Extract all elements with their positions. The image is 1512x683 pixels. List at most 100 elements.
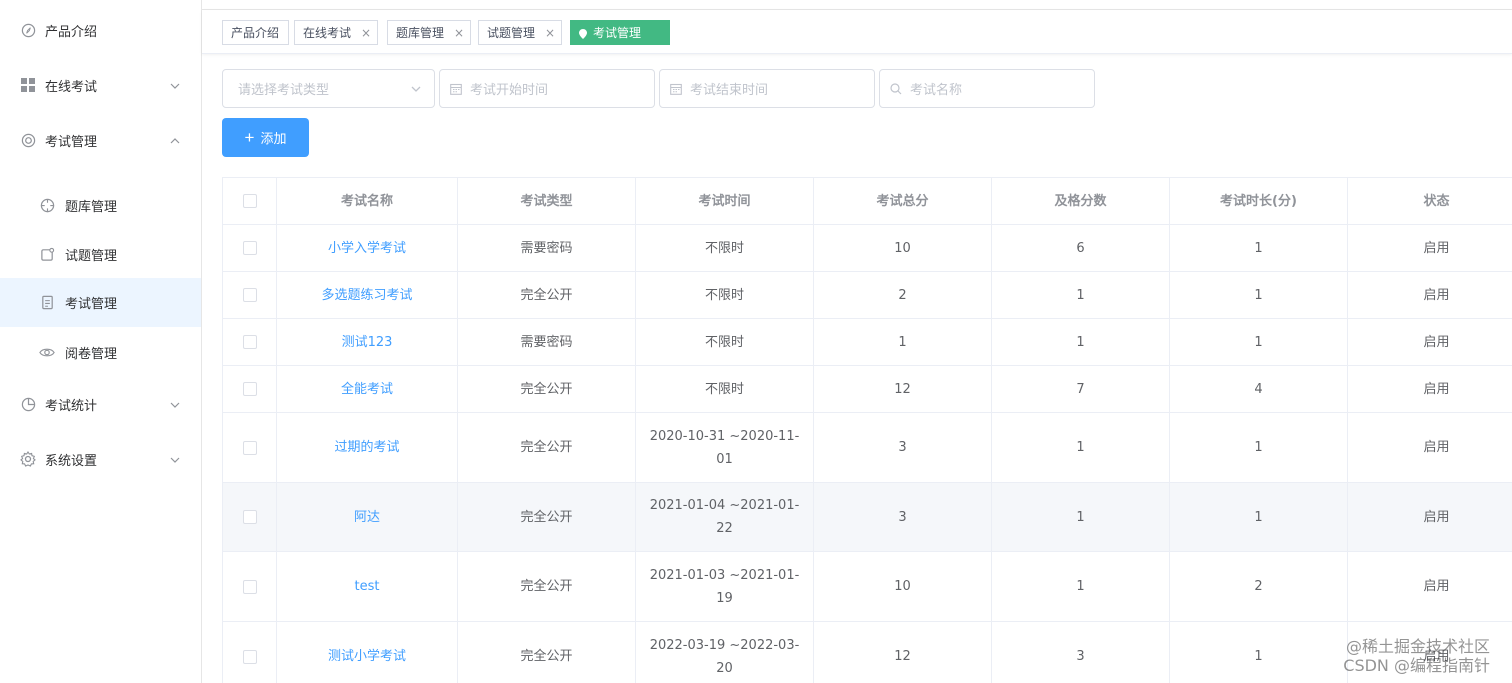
sidebar-item-product-intro[interactable]: 产品介绍 bbox=[0, 5, 201, 55]
cell-total: 2 bbox=[814, 272, 992, 318]
row-checkbox-cell bbox=[223, 225, 277, 271]
cell-pass: 1 bbox=[992, 483, 1170, 551]
cell-total: 1 bbox=[814, 319, 992, 365]
row-checkbox[interactable] bbox=[242, 579, 257, 594]
calendar-icon bbox=[450, 83, 462, 95]
cell-status: 启用 bbox=[1348, 413, 1512, 482]
exam-type-select[interactable]: 请选择考试类型 bbox=[222, 69, 435, 108]
column-header[interactable]: 考试总分 bbox=[814, 178, 992, 224]
cell-pass: 1 bbox=[992, 319, 1170, 365]
cell-time: 2021-01-04 ~2021-01-22 bbox=[636, 483, 814, 551]
cell-time: 2020-10-31 ~2020-11-01 bbox=[636, 413, 814, 482]
row-checkbox[interactable] bbox=[242, 382, 257, 396]
cell-time: 2021-01-03 ~2021-01-19 bbox=[636, 552, 814, 621]
exam-name-link[interactable]: 多选题练习考试 bbox=[277, 272, 458, 318]
sidebar-item-question-bank[interactable]: 题库管理 bbox=[0, 180, 201, 230]
row-checkbox-cell bbox=[223, 413, 277, 482]
tag-label: 产品介绍 bbox=[231, 26, 280, 40]
row-checkbox-cell bbox=[223, 622, 277, 683]
table-row[interactable]: 测试小学考试 完全公开 2022-03-19 ~2022-03-20 12 3 1 启用 bbox=[223, 622, 1512, 683]
cell-pass: 1 bbox=[992, 272, 1170, 318]
cell-status: 启用 bbox=[1348, 272, 1512, 318]
tag-exam-management[interactable]: 考试管理 bbox=[570, 20, 670, 45]
watermark: @稀土掘金技术社区 CSDN @编程指南针 bbox=[1343, 637, 1490, 675]
column-header[interactable]: 考试时间 bbox=[636, 178, 814, 224]
exam-name-link[interactable]: 过期的考试 bbox=[277, 413, 458, 482]
row-checkbox[interactable] bbox=[242, 440, 257, 455]
table-row[interactable]: 测试123 需要密码 不限时 1 1 1 启用 bbox=[223, 319, 1512, 366]
sidebar-item-statistics[interactable]: 考试统计 bbox=[0, 379, 201, 429]
pie-chart-icon bbox=[20, 396, 36, 412]
sidebar-item-settings[interactable]: 系统设置 bbox=[0, 434, 201, 484]
cell-pass: 6 bbox=[992, 225, 1170, 271]
exam-name-search-input[interactable]: 考试名称 bbox=[879, 69, 1095, 108]
table-row[interactable]: 阿达 完全公开 2021-01-04 ~2021-01-22 3 1 1 启用 bbox=[223, 483, 1512, 552]
close-icon[interactable]: × bbox=[545, 26, 555, 40]
sidebar-item-exam-management[interactable]: 考试管理 bbox=[0, 278, 201, 327]
sidebar-item-label: 系统设置 bbox=[45, 453, 98, 469]
row-checkbox-cell bbox=[223, 319, 277, 365]
cell-duration: 1 bbox=[1170, 225, 1348, 271]
close-icon[interactable]: × bbox=[454, 26, 464, 40]
cell-duration: 4 bbox=[1170, 366, 1348, 412]
sidebar-item-online-exam[interactable]: 在线考试 bbox=[0, 60, 201, 110]
sidebar-item-label: 产品介绍 bbox=[45, 24, 98, 40]
cell-type: 完全公开 bbox=[458, 366, 636, 412]
column-header[interactable]: 考试类型 bbox=[458, 178, 636, 224]
sidebar-item-marking[interactable]: 阅卷管理 bbox=[0, 327, 201, 377]
sidebar: 产品介绍 在线考试 考试管理 题库管理 试题管理 考试管理 阅卷管理 考试统计 … bbox=[0, 0, 202, 683]
close-icon[interactable]: × bbox=[361, 26, 371, 40]
row-checkbox-cell bbox=[223, 483, 277, 551]
cell-total: 3 bbox=[814, 483, 992, 551]
chevron-down-icon bbox=[170, 399, 180, 409]
exam-name-link[interactable]: 全能考试 bbox=[277, 366, 458, 412]
row-checkbox[interactable] bbox=[242, 335, 257, 349]
chevron-up-icon bbox=[170, 135, 180, 145]
tag-online-exam[interactable]: 在线考试 × bbox=[294, 20, 378, 45]
cell-duration: 1 bbox=[1170, 413, 1348, 482]
sidebar-item-label: 考试管理 bbox=[45, 134, 98, 150]
column-header[interactable]: 及格分数 bbox=[992, 178, 1170, 224]
tag-label: 题库管理 bbox=[396, 26, 445, 40]
cell-total: 3 bbox=[814, 413, 992, 482]
sidebar-item-questions[interactable]: 试题管理 bbox=[0, 229, 201, 279]
cell-total: 10 bbox=[814, 225, 992, 271]
plus-icon: + bbox=[244, 128, 255, 147]
table-row[interactable]: 过期的考试 完全公开 2020-10-31 ~2020-11-01 3 1 1 启用 bbox=[223, 413, 1512, 483]
exam-name-link[interactable]: 阿达 bbox=[277, 483, 458, 551]
row-checkbox[interactable] bbox=[242, 510, 257, 524]
watermark-line: @稀土掘金技术社区 bbox=[1345, 637, 1490, 656]
search-icon bbox=[890, 82, 902, 95]
exam-name-link[interactable]: 测试小学考试 bbox=[277, 622, 458, 683]
row-checkbox[interactable] bbox=[242, 649, 257, 664]
exam-name-link[interactable]: test bbox=[277, 552, 458, 621]
end-time-picker[interactable]: 考试结束时间 bbox=[659, 69, 875, 108]
table-row[interactable]: 多选题练习考试 完全公开 不限时 2 1 1 启用 bbox=[223, 272, 1512, 319]
column-header[interactable]: 状态 bbox=[1348, 178, 1512, 224]
tag-product-intro[interactable]: 产品介绍 bbox=[222, 20, 289, 45]
ring-icon bbox=[20, 132, 36, 148]
row-checkbox[interactable] bbox=[242, 241, 257, 255]
add-button[interactable]: + 添加 bbox=[222, 118, 309, 157]
row-checkbox-cell bbox=[223, 366, 277, 412]
add-button-label: 添加 bbox=[260, 131, 287, 146]
table-row[interactable]: 全能考试 完全公开 不限时 12 7 4 启用 bbox=[223, 366, 1512, 413]
cell-total: 12 bbox=[814, 366, 992, 412]
tag-questions[interactable]: 试题管理 × bbox=[478, 20, 562, 45]
table-row[interactable]: 小学入学考试 需要密码 不限时 10 6 1 启用 bbox=[223, 225, 1512, 272]
sidebar-item-label: 考试统计 bbox=[45, 398, 98, 414]
row-checkbox[interactable] bbox=[242, 288, 257, 302]
sidebar-item-label: 在线考试 bbox=[45, 79, 98, 95]
exam-name-link[interactable]: 测试123 bbox=[277, 319, 458, 365]
start-time-picker[interactable]: 考试开始时间 bbox=[439, 69, 655, 108]
column-header[interactable]: 考试时长(分) bbox=[1170, 178, 1348, 224]
cell-type: 完全公开 bbox=[458, 622, 636, 683]
sidebar-item-exam-management-group[interactable]: 考试管理 bbox=[0, 115, 201, 165]
select-all-checkbox-cell bbox=[223, 178, 277, 224]
table-row[interactable]: test 完全公开 2021-01-03 ~2021-01-19 10 1 2 启用 bbox=[223, 552, 1512, 622]
column-header[interactable]: 考试名称 bbox=[277, 178, 458, 224]
exam-name-link[interactable]: 小学入学考试 bbox=[277, 225, 458, 271]
cell-type: 完全公开 bbox=[458, 552, 636, 621]
select-all-checkbox[interactable] bbox=[242, 194, 257, 208]
tag-question-bank[interactable]: 题库管理 × bbox=[387, 20, 471, 45]
